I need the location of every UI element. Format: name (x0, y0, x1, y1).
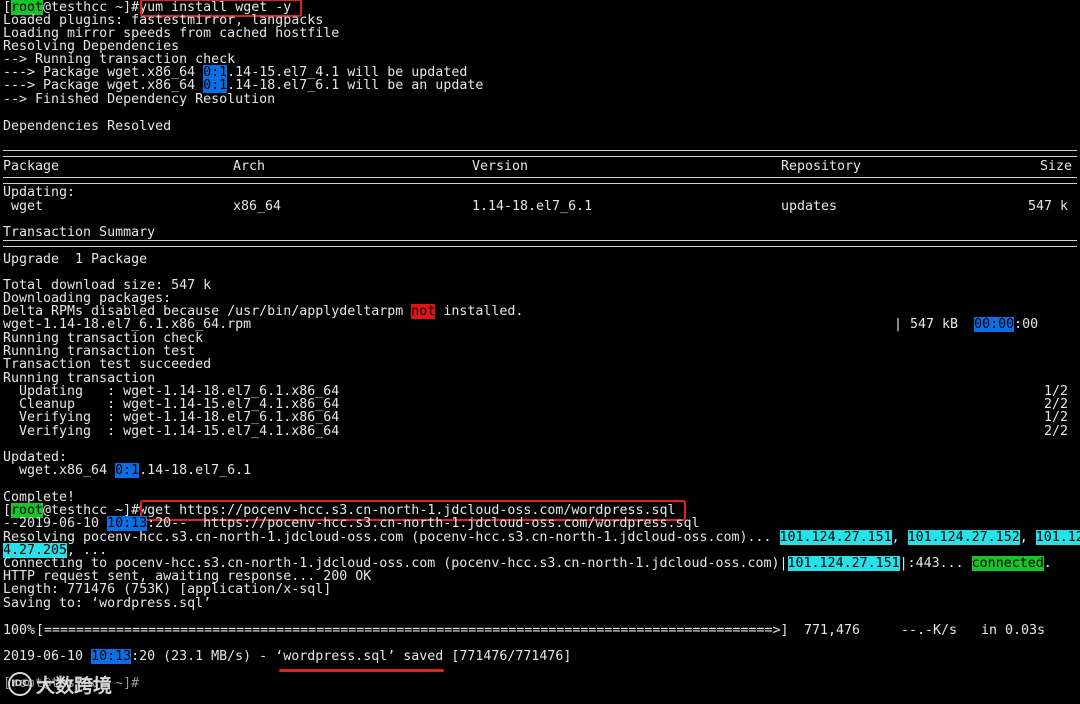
connecting-text: |:443... (899, 556, 972, 571)
table-cell-version: 1.14-18.el7_6.1 (472, 199, 593, 214)
delta-text: installed. (435, 304, 524, 319)
saved-filename: ‘wordpress.sql’ saved (275, 649, 444, 664)
updated-text: .14-18.el7_6.1 (139, 463, 252, 478)
table-section-label: Updating: (3, 185, 76, 200)
progress-bar: [=======================================… (36, 624, 789, 638)
rpm-size: | 547 kB (894, 317, 975, 332)
resolving-text: Resolving pocenv-hcc.s3.cn-north-1.jdclo… (3, 530, 780, 545)
table-header-size: Size (1039, 159, 1072, 174)
table-cell-package: wget (3, 199, 44, 214)
output-line: Saving to: ‘wordpress.sql’ (3, 596, 212, 611)
time-highlight: 00:00 (974, 317, 1015, 332)
saved-line: 2019-06-10 10:13:20 (23.1 MB/s) - ‘wordp… (3, 649, 572, 664)
not-highlight: not (411, 304, 436, 319)
package-line-text: .14-18.el7_6.1 will be an update (227, 78, 484, 93)
table-header-arch: Arch (233, 159, 266, 174)
table-cell-arch: x86_64 (233, 199, 282, 214)
table-rule (3, 150, 1077, 157)
txn-count: 1/2 (1043, 410, 1068, 425)
epoch-highlight: 0:1 (203, 78, 228, 93)
output-line: Length: 771476 (753K) [application/x-sql… (3, 582, 332, 597)
progress-percent: 100% (3, 623, 36, 638)
progress-bytes: 771,476 (796, 623, 861, 638)
separator: , (1019, 530, 1036, 545)
ip-highlight: 101.124.27.151 (779, 530, 892, 545)
table-header-package: Package (3, 159, 60, 174)
connecting-text: . (1043, 556, 1052, 571)
output-line: Transaction test succeeded (3, 357, 212, 372)
resolving-line: Resolving pocenv-hcc.s3.cn-north-1.jdclo… (3, 530, 1080, 545)
table-header-version: Version (472, 159, 529, 174)
time-highlight: 10:13 (107, 516, 148, 531)
progress-time: in 0.03s (981, 623, 1046, 638)
watermark-logo-icon: IDC (8, 672, 32, 696)
saved-underline (279, 669, 444, 672)
rpm-time: :00 (1014, 317, 1039, 332)
saved-text: 2019-06-10 (3, 649, 92, 664)
table-rule (3, 177, 1077, 184)
package-line: ---> Package wget.x86_64 0:1.14-18.el7_6… (3, 78, 484, 93)
connected-status: connected (971, 556, 1044, 571)
output-line: --> Finished Dependency Resolution (3, 92, 276, 107)
output-line: Dependencies Resolved (3, 119, 172, 134)
updated-line: wget.x86_64 0:1.14-18.el7_6.1 (3, 463, 252, 478)
table-rule (3, 240, 1077, 247)
watermark-text: 大数跨境 (36, 674, 113, 697)
time-highlight: 10:13 (91, 649, 132, 664)
table-cell-size: 547 k (1027, 199, 1068, 214)
wget-start-line: --2019-06-10 10:13:20-- https://pocenv-h… (3, 516, 700, 531)
package-line-text: ---> Package wget.x86_64 (3, 78, 204, 93)
wget-text: :20-- https://pocenv-hcc.s3.cn-north-1.j… (147, 516, 700, 531)
epoch-highlight: 0:1 (115, 463, 140, 478)
table-header-repository: Repository (781, 159, 862, 174)
saved-text: :20 (23.1 MB/s) - (131, 649, 276, 664)
progress-speed: --.-K/s (901, 623, 958, 638)
txn-item: Verifying : wget-1.14-18.el7_6.1.x86_64 (3, 410, 340, 425)
rpm-stats: | 547 kB 00:00:00 (894, 317, 1039, 332)
separator: , (891, 530, 908, 545)
ip-highlight: 101.124.27.151 (787, 556, 900, 571)
rpm-name: wget-1.14-18.el7_6.1.x86_64.rpm (3, 317, 252, 332)
watermark: IDC 大数跨境 (8, 671, 112, 697)
ip-highlight: 101.12 (1035, 530, 1080, 545)
txn-count: 2/2 (1043, 424, 1068, 439)
wget-text: --2019-06-10 (3, 516, 108, 531)
updated-text: wget.x86_64 (3, 463, 116, 478)
txn-item: Verifying : wget-1.14-15.el7_4.1.x86_64 (3, 424, 340, 439)
saved-text: [771476/771476] (443, 649, 572, 664)
output-line: Upgrade 1 Package (3, 252, 148, 267)
table-cell-repository: updates (781, 199, 838, 214)
terminal-window[interactable]: [root@testhcc ~]#yum install wget -y Loa… (0, 0, 1080, 704)
section-title: Transaction Summary (3, 225, 156, 240)
ip-highlight: 101.124.27.152 (907, 530, 1020, 545)
